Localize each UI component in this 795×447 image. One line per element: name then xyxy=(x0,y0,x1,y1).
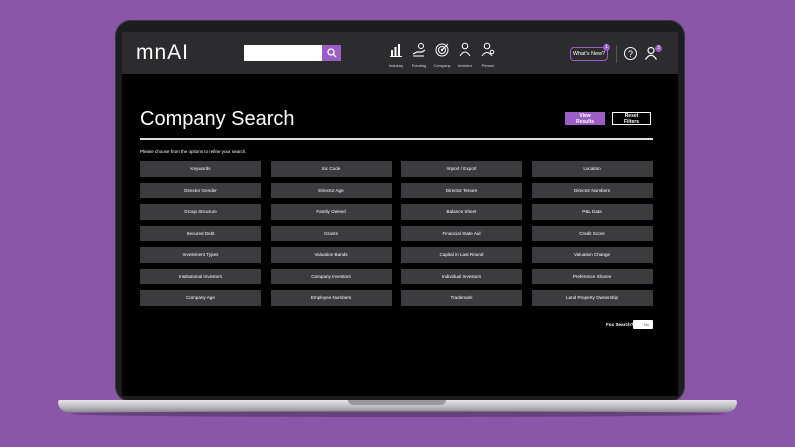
nav-label: Industry xyxy=(388,63,404,68)
filter-button[interactable]: Investment Types xyxy=(140,247,261,263)
nav-item-person[interactable]: Person xyxy=(477,42,499,68)
filter-button[interactable]: Grants xyxy=(270,225,392,241)
instructions-text: Please choose from the options to refine… xyxy=(140,149,247,154)
app-screen: mnAI Industry Funding Company Investor P… xyxy=(122,32,678,396)
nav-label: Investor xyxy=(457,63,473,68)
filter-button[interactable]: Secured Debt xyxy=(140,225,261,241)
filter-button[interactable]: Employee Numbers xyxy=(270,290,392,306)
whats-new-badge: 1 xyxy=(603,44,610,51)
nav-label: Company xyxy=(433,63,451,68)
page-title: Company Search xyxy=(140,108,295,130)
search-icon xyxy=(326,48,336,58)
whats-new-button[interactable]: What's New? xyxy=(570,47,608,61)
filter-button[interactable]: Valuation Change xyxy=(531,247,653,263)
view-results-button[interactable]: View Results xyxy=(565,112,605,125)
filter-button[interactable]: Company Age xyxy=(140,290,261,306)
filter-button[interactable]: Company Investors xyxy=(270,268,392,284)
nav-item-funding[interactable]: Funding xyxy=(408,42,430,68)
fox-search-toggle[interactable]: No xyxy=(633,320,653,329)
help-icon[interactable]: ? xyxy=(624,47,637,60)
filter-button[interactable]: Location xyxy=(531,161,653,177)
search-button[interactable] xyxy=(322,45,341,61)
search-input[interactable] xyxy=(244,45,322,61)
header-divider xyxy=(616,45,617,63)
fox-search-label: Fox Search? xyxy=(606,322,634,327)
filter-button[interactable]: Sic Code xyxy=(270,161,392,177)
filter-button[interactable]: Credit Score xyxy=(531,225,653,241)
nav-label: Funding xyxy=(411,63,427,68)
investor-icon xyxy=(459,42,471,57)
filter-button[interactable]: Import / Export xyxy=(401,161,522,177)
filter-button[interactable]: P&L Data xyxy=(531,204,653,220)
filter-button[interactable]: Capital in Last Round xyxy=(401,247,522,263)
filter-button[interactable]: Institutional Investors xyxy=(140,268,261,284)
title-divider xyxy=(140,138,653,140)
filter-grid: Keywords Sic Code Import / Export Locati… xyxy=(140,161,653,306)
industry-chart-icon xyxy=(390,44,402,57)
filter-button[interactable]: Group Structure xyxy=(140,204,261,220)
app-logo[interactable]: mnAI xyxy=(136,41,189,65)
top-nav-bar: mnAI Industry Funding Company Investor P… xyxy=(122,32,678,74)
laptop-shadow xyxy=(70,411,725,417)
filter-button[interactable]: Balance Sheet xyxy=(401,204,522,220)
reset-filters-button[interactable]: Reset Filters xyxy=(612,112,651,125)
nav-item-investor[interactable]: Investor xyxy=(454,42,476,68)
nav-label: Person xyxy=(481,63,495,68)
filter-button[interactable]: Valuation Bands xyxy=(270,247,392,263)
filter-button[interactable]: Trademark xyxy=(401,290,522,306)
filter-button[interactable]: Family Owned xyxy=(270,204,392,220)
user-badge: 3 xyxy=(655,45,662,52)
nav-item-company[interactable]: Company xyxy=(431,42,453,68)
filter-button[interactable]: Preference Shares xyxy=(531,268,653,284)
filter-button[interactable]: Director Gender xyxy=(140,182,261,198)
filter-button[interactable]: Director Numbers xyxy=(531,182,653,198)
filter-button[interactable]: Director Tenure xyxy=(401,182,522,198)
funding-hand-icon xyxy=(412,43,426,57)
filter-button[interactable]: Financial State Aid xyxy=(401,225,522,241)
filter-button[interactable]: Individual Investors xyxy=(401,268,522,284)
filter-button[interactable]: Keywords xyxy=(140,161,261,177)
filter-button[interactable]: Director Age xyxy=(270,182,392,198)
person-search-icon xyxy=(481,42,495,57)
filter-button[interactable]: Land Property Ownership xyxy=(531,290,653,306)
company-target-icon xyxy=(435,43,449,57)
nav-item-industry[interactable]: Industry xyxy=(385,42,407,68)
laptop-notch xyxy=(348,400,446,405)
